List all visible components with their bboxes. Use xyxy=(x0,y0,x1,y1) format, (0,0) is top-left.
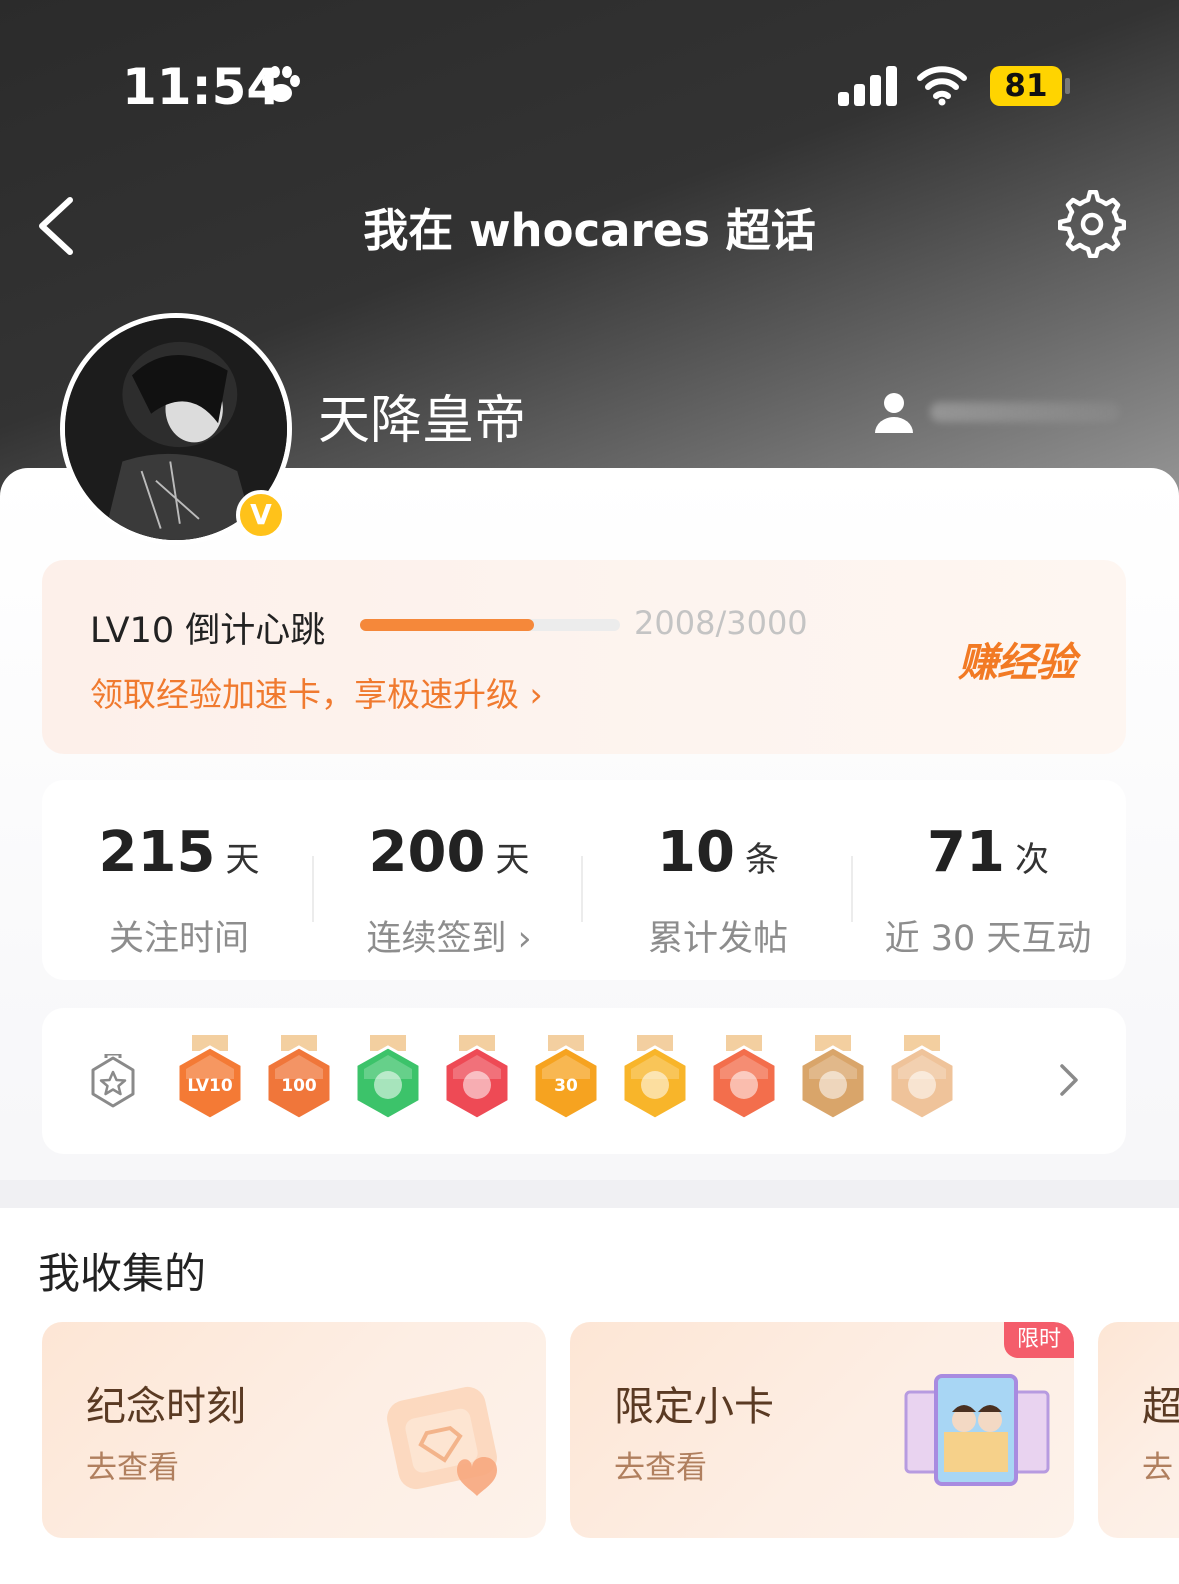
collect-card-limited[interactable]: 限定小卡 去查看 限时 xyxy=(570,1322,1074,1538)
lv10-medal-icon: LV10 xyxy=(176,1035,244,1121)
battery-nub xyxy=(1065,78,1070,94)
100-days-medal-icon: 100 xyxy=(265,1035,333,1121)
stat-value: 215 xyxy=(98,820,216,885)
stat-posts: 10 条 xyxy=(583,820,853,885)
wifi-icon xyxy=(917,66,967,106)
level-progress-text: 2008/3000 xyxy=(634,604,808,642)
stat-label-follow: 关注时间 xyxy=(108,919,249,959)
signal-icon xyxy=(838,66,897,106)
chibi-pair-medal-icon xyxy=(799,1035,867,1121)
earn-exp-button[interactable]: 赚经验 xyxy=(958,630,1076,688)
badge-star-icon xyxy=(91,1054,135,1108)
level-label: LV10 倒计心跳 xyxy=(90,611,326,651)
paw-icon xyxy=(262,66,300,102)
medal-text: 100 xyxy=(281,1076,317,1096)
medal-text: 30 xyxy=(554,1076,578,1096)
stat-checkin-days[interactable]: 200 天 xyxy=(314,820,584,885)
rock-hand-medal-icon xyxy=(710,1035,778,1121)
chevron-right-icon[interactable] xyxy=(1056,1062,1082,1098)
stat-label-interactions: 近 30 天互动 xyxy=(884,919,1092,959)
collect-card-link[interactable]: 去查看 xyxy=(614,1442,707,1487)
stat-follow-days: 215 天 xyxy=(44,820,314,885)
30-days-medal-icon: 30 xyxy=(532,1035,600,1121)
stat-unit: 天 xyxy=(225,840,260,880)
collect-card-link[interactable]: 去查看 xyxy=(86,1442,179,1487)
collect-card-title: 纪念时刻 xyxy=(86,1384,246,1430)
laugh-medal-icon xyxy=(621,1035,689,1121)
collect-card-link[interactable]: 去 xyxy=(1142,1442,1173,1487)
page-title: 我在 whocares 超话 xyxy=(363,204,816,257)
stat-unit: 条 xyxy=(744,840,779,880)
stat-value: 71 xyxy=(927,820,1005,885)
blurred-text xyxy=(930,402,1120,422)
collection-title: 我收集的 xyxy=(38,1249,207,1298)
trophy-medal-icon xyxy=(443,1035,511,1121)
hand-medal-icon xyxy=(354,1035,422,1121)
stat-label-checkin[interactable]: 连续签到 › xyxy=(314,910,584,961)
battery-indicator: 81 xyxy=(990,66,1062,106)
collect-card-title: 超 xyxy=(1142,1384,1179,1430)
chibi-lion-medal-icon xyxy=(888,1035,956,1121)
speedup-card-link[interactable]: 领取经验加速卡，享极速升级 › xyxy=(90,668,543,716)
stat-interactions: 71 次 xyxy=(853,820,1123,885)
username: 天降皇帝 xyxy=(318,391,527,451)
verified-badge: V xyxy=(236,490,286,540)
stat-unit: 天 xyxy=(495,840,530,880)
section-gap xyxy=(0,1180,1179,1208)
stat-unit: 次 xyxy=(1014,840,1049,880)
photo-cards-icon xyxy=(904,1374,1050,1486)
limited-tag: 限时 xyxy=(1004,1322,1074,1358)
collect-card-moments[interactable]: 纪念时刻 去查看 xyxy=(42,1322,546,1538)
stat-value: 200 xyxy=(368,820,486,885)
gear-icon[interactable] xyxy=(1058,190,1126,258)
level-progress-bar xyxy=(360,619,620,631)
person-icon[interactable] xyxy=(872,390,916,434)
calendar-heart-icon xyxy=(387,1386,497,1496)
stat-value: 10 xyxy=(657,820,735,885)
level-progress-fill xyxy=(360,619,534,631)
medal-text: LV10 xyxy=(187,1076,232,1096)
collect-card-super[interactable]: 超 去 xyxy=(1098,1322,1179,1538)
collect-card-title: 限定小卡 xyxy=(614,1384,774,1430)
stat-label-posts: 累计发帖 xyxy=(647,919,788,959)
